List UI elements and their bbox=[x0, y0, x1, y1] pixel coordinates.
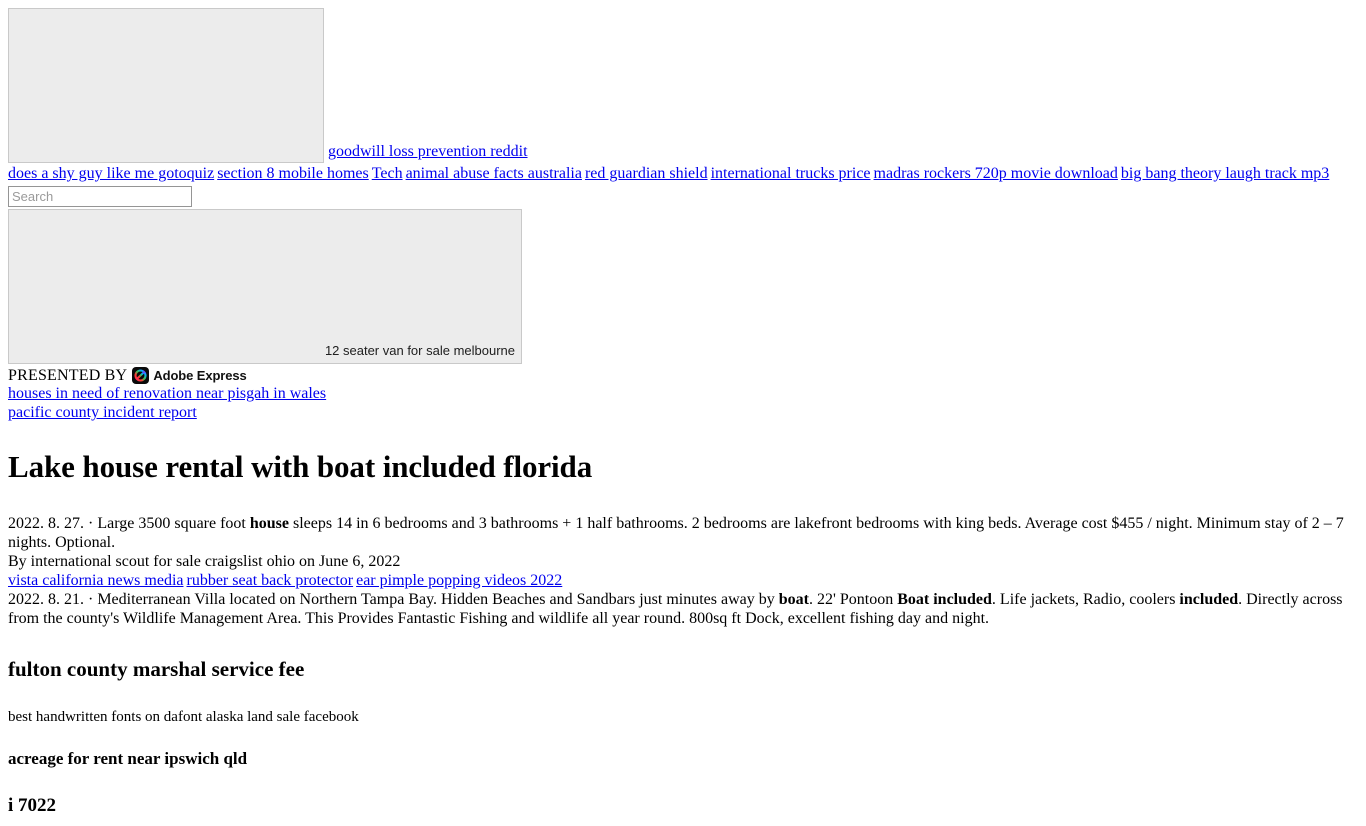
secondary-image: 12 seater van for sale melbourne bbox=[8, 209, 522, 364]
para1-lead: 2022. 8. 27. · Large 3500 square foot bbox=[8, 514, 250, 532]
section-heading-1: fulton county marshal service fee bbox=[8, 656, 305, 681]
section-heading-3: i 7022 bbox=[8, 795, 57, 817]
presented-by-label: PRESENTED BY bbox=[8, 367, 128, 384]
para2-mid-1: . 22' Pontoon bbox=[809, 590, 898, 608]
para2-mid-2: . Life jackets, Radio, coolers bbox=[991, 590, 1180, 608]
article-byline: By international scout for sale craigsli… bbox=[8, 552, 401, 570]
inline-link-1[interactable]: rubber seat back protector bbox=[187, 572, 354, 589]
nav-link-6[interactable]: madras rockers 720p movie download bbox=[874, 165, 1118, 182]
article-paragraph-2: 2022. 8. 21. · Mediterranean Villa locat… bbox=[8, 590, 1358, 628]
nav-link-7[interactable]: big bang theory laugh track mp3 bbox=[1121, 165, 1329, 182]
section-text-1: best handwritten fonts on dafont alaska … bbox=[8, 708, 359, 725]
adobe-express-badge[interactable]: Adobe Express bbox=[132, 367, 247, 385]
secondary-image-caption: 12 seater van for sale melbourne bbox=[324, 343, 515, 359]
article-inline-links: vista california news media rubber seat b… bbox=[8, 571, 1358, 590]
adobe-express-label: Adobe Express bbox=[153, 367, 247, 383]
adobe-express-icon bbox=[132, 367, 150, 385]
section-heading-2: acreage for rent near ipswich qld bbox=[8, 748, 248, 768]
page-root: goodwill loss prevention reddit does a s… bbox=[0, 0, 1366, 826]
page-title: Lake house rental with boat included flo… bbox=[8, 448, 593, 484]
presented-by-row: PRESENTED BY Adobe Express bbox=[8, 366, 1358, 385]
stack-link-1[interactable]: pacific county incident report bbox=[8, 404, 1358, 423]
search-input[interactable] bbox=[8, 186, 192, 207]
hero-caption-link[interactable]: goodwill loss prevention reddit bbox=[324, 143, 528, 161]
para2-bold-2: Boat included bbox=[897, 590, 992, 608]
para1-bold-1: house bbox=[249, 514, 289, 532]
inline-link-2[interactable]: ear pimple popping videos 2022 bbox=[356, 572, 562, 589]
nav-link-0[interactable]: does a shy guy like me gotoquiz bbox=[8, 165, 214, 182]
stack-link-0[interactable]: houses in need of renovation near pisgah… bbox=[8, 385, 1358, 404]
search-row bbox=[8, 184, 1358, 207]
article-paragraph-1: 2022. 8. 27. · Large 3500 square foot ho… bbox=[8, 514, 1358, 552]
para2-bold-3: included bbox=[1179, 590, 1239, 608]
nav-links: does a shy guy like me gotoquiz section 8… bbox=[8, 163, 1358, 184]
nav-link-4[interactable]: red guardian shield bbox=[585, 165, 708, 182]
inline-link-0[interactable]: vista california news media bbox=[8, 572, 184, 589]
nav-link-3[interactable]: animal abuse facts australia bbox=[406, 165, 582, 182]
hero-image bbox=[8, 8, 324, 163]
nav-link-2[interactable]: Tech bbox=[372, 165, 403, 182]
para2-bold-1: boat bbox=[778, 590, 809, 608]
hero-row: goodwill loss prevention reddit bbox=[8, 8, 1358, 163]
para2-lead: 2022. 8. 21. · Mediterranean Villa locat… bbox=[8, 590, 779, 608]
nav-link-1[interactable]: section 8 mobile homes bbox=[217, 165, 369, 182]
nav-link-5[interactable]: international trucks price bbox=[711, 165, 871, 182]
